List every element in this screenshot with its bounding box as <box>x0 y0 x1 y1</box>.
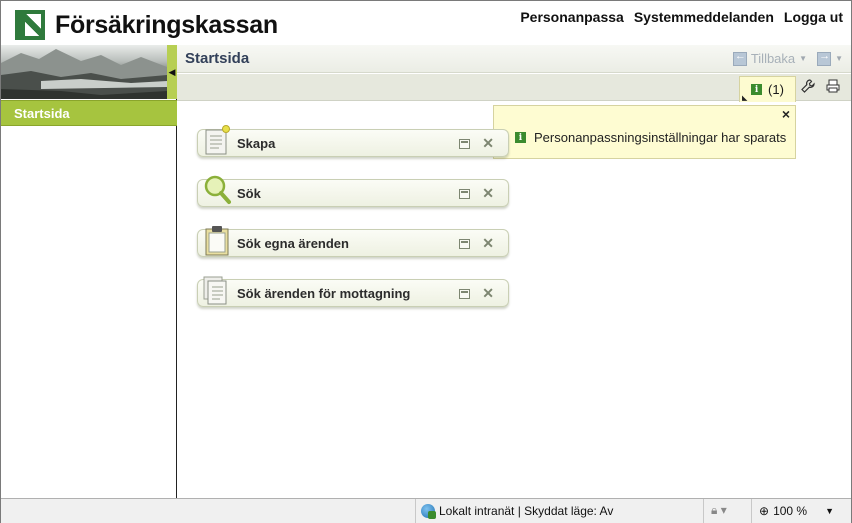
brand-name: Försäkringskassan <box>55 11 278 39</box>
minimize-icon[interactable] <box>459 289 470 299</box>
back-button[interactable]: Tillbaka <box>751 51 795 66</box>
info-icon: i <box>515 132 526 143</box>
widget-sok[interactable]: Sök ✕ <box>197 175 509 207</box>
widget-label: Sök egna ärenden <box>237 236 349 251</box>
browser-window: Försäkringskassan Personanpassa Systemme… <box>0 0 852 523</box>
app-header: Försäkringskassan Personanpassa Systemme… <box>1 1 851 45</box>
page-title-bar: Startsida Tillbaka ▼ ▼ <box>177 45 851 73</box>
notification-message: i Personanpassningsinställningar har spa… <box>515 130 786 145</box>
intranet-globe-icon <box>421 504 436 519</box>
system-messages-link[interactable]: Systemmeddelanden <box>634 9 774 25</box>
close-icon[interactable]: ✕ <box>482 235 494 252</box>
notification-text: Personanpassningsinställningar har spara… <box>534 130 787 145</box>
magnifier-icon <box>204 175 231 204</box>
protected-mode-icon[interactable]: 🔒︎ ▾ <box>711 503 727 518</box>
forward-arrow-icon[interactable] <box>817 50 832 66</box>
info-icon: i <box>751 84 763 95</box>
back-arrow-icon[interactable] <box>732 50 747 66</box>
history-navigation: Tillbaka ▼ ▼ <box>732 50 843 66</box>
minimize-icon[interactable] <box>459 239 470 249</box>
brand-logo-icon <box>15 10 45 40</box>
widget-sok-egna-arenden[interactable]: Sök egna ärenden ✕ <box>197 226 509 257</box>
logout-link[interactable]: Logga ut <box>784 9 843 25</box>
forward-dropdown-icon[interactable]: ▼ <box>835 54 843 63</box>
zoom-dropdown-icon[interactable]: ▼ <box>825 506 834 516</box>
page-toolbar: i (1) <box>177 74 851 102</box>
sidebar-item-startsida[interactable]: Startsida <box>1 100 177 126</box>
close-icon[interactable]: ✕ <box>482 185 494 202</box>
create-document-icon <box>205 125 230 155</box>
widget-label: Skapa <box>237 136 276 151</box>
sidebar-collapse-button[interactable]: ◀ <box>167 45 177 99</box>
main-content: Startsida Tillbaka ▼ ▼ i (1) × <box>177 45 851 498</box>
print-icon[interactable] <box>826 79 840 96</box>
browser-status-bar: Lokalt intranät | Skyddat läge: Av 🔒︎ ▾ … <box>1 498 851 523</box>
arrow-left-icon: ◀ <box>168 66 176 77</box>
notification-close-icon[interactable]: × <box>782 106 790 122</box>
security-zone[interactable]: Lokalt intranät | Skyddat läge: Av <box>421 504 614 519</box>
status-divider <box>703 499 704 523</box>
zoom-level: 100 % <box>773 504 808 518</box>
widget-label: Sök <box>237 186 261 201</box>
zoom-magnifier-icon: ⊕ <box>759 504 770 518</box>
page-title: Startsida <box>185 50 250 67</box>
clipboard-icon <box>205 226 229 256</box>
brand-logo[interactable]: Försäkringskassan <box>15 10 278 40</box>
personalize-link[interactable]: Personanpassa <box>520 9 624 25</box>
notifications-button[interactable]: i (1) <box>739 76 796 102</box>
close-icon[interactable]: ✕ <box>482 285 494 302</box>
widget-skapa[interactable]: Skapa ✕ <box>197 125 509 157</box>
landscape-banner <box>1 45 167 99</box>
close-icon[interactable]: ✕ <box>482 135 494 152</box>
minimize-icon[interactable] <box>459 189 470 199</box>
zoom-control[interactable]: ⊕ 100 % ▼ <box>759 504 834 518</box>
notification-popup: × i Personanpassningsinställningar har s… <box>493 105 796 159</box>
status-divider <box>751 499 752 523</box>
minimize-icon[interactable] <box>459 139 470 149</box>
pointer-triangle-icon: ◣ <box>742 95 748 102</box>
status-divider <box>415 499 416 523</box>
widget-sok-arenden-for-mottagning[interactable]: Sök ärenden för mottagning ✕ <box>197 276 509 307</box>
sidebar: ◀ Startsida <box>1 45 177 498</box>
back-dropdown-icon[interactable]: ▼ <box>799 54 807 63</box>
wrench-icon[interactable] <box>801 79 815 96</box>
security-zone-text: Lokalt intranät | Skyddat läge: Av <box>439 504 614 518</box>
notification-count: (1) <box>768 82 784 97</box>
documents-stack-icon <box>203 276 227 305</box>
widget-label: Sök ärenden för mottagning <box>237 286 411 301</box>
top-navigation: Personanpassa Systemmeddelanden Logga ut <box>520 9 843 25</box>
